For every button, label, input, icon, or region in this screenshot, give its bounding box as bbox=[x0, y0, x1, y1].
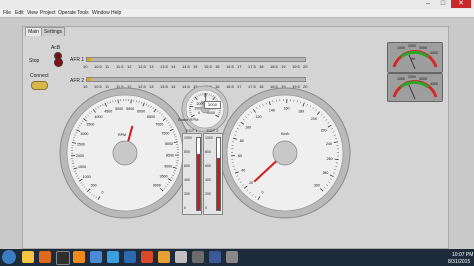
rpm-tick bbox=[117, 99, 119, 104]
start-button[interactable] bbox=[2, 250, 16, 264]
speed-tick-label: 140 bbox=[269, 108, 275, 112]
afr-meter-label: Afr bbox=[411, 57, 416, 61]
rpm-tick-label: 1000 bbox=[83, 175, 91, 179]
rpm-tick-label: 6000 bbox=[137, 109, 145, 113]
egt2-scale-tick-label: 1000 bbox=[205, 136, 213, 140]
clock-time: 10:07 PM bbox=[452, 252, 474, 258]
rpm-unit: RPM bbox=[118, 133, 126, 137]
egt1-scale-tick-label: 0 bbox=[184, 206, 186, 210]
egt1-scale-tick-label: 800 bbox=[184, 150, 190, 154]
office-icon[interactable] bbox=[39, 251, 51, 263]
chrome-icon[interactable] bbox=[90, 251, 102, 263]
rpm-tick-label: 0 bbox=[102, 190, 104, 194]
oil-meter-green-arc bbox=[400, 80, 429, 89]
rpm-tick-label: 5500 bbox=[126, 107, 134, 111]
speed-tick-label: 100 bbox=[245, 126, 251, 130]
gauge-layer: 0500100015002000250030003500400045005000… bbox=[59, 85, 351, 219]
egt1-scale-tick-label: 1000 bbox=[184, 136, 192, 140]
app2-icon[interactable] bbox=[158, 251, 170, 263]
speed-tick-label: 120 bbox=[256, 115, 262, 119]
boost-display: 3000 bbox=[204, 101, 221, 109]
egt1-scale-tick-label: 200 bbox=[184, 192, 190, 196]
rpm-hub bbox=[112, 140, 138, 166]
egt2-tube bbox=[216, 137, 221, 211]
labview-icon[interactable] bbox=[56, 251, 70, 265]
egt2-scale-tick-label: 0 bbox=[205, 206, 207, 210]
rpm-tick-label: 500 bbox=[91, 184, 97, 188]
egt2-scale-tick-label: 400 bbox=[205, 178, 211, 182]
rpm-tick-label: 8000 bbox=[165, 142, 173, 146]
rpm-tick-label: 9999 bbox=[153, 183, 161, 187]
rpm-tick-label: 4000 bbox=[95, 115, 103, 119]
boost-tick-label: 0 bbox=[198, 111, 200, 115]
egt2-scale-tick-label: 200 bbox=[205, 192, 211, 196]
speed-tick-label: 220 bbox=[321, 128, 327, 132]
egt2-scale-tick-label: 600 bbox=[205, 164, 211, 168]
speed-tick-label: 200 bbox=[311, 117, 317, 121]
rpm-tick-label: 3500 bbox=[86, 123, 94, 127]
afr-meter: 1000 2000 3000 4000 Afr bbox=[387, 42, 443, 73]
rpm-tick-label: 8500 bbox=[166, 153, 174, 157]
egt2-scale-tick-label: 800 bbox=[205, 150, 211, 154]
rpm-tick-label: 1500 bbox=[78, 165, 86, 169]
rpm-tick-label: 7000 bbox=[155, 122, 163, 126]
speed-tick-label: 20 bbox=[249, 181, 253, 185]
speed-tick-label: 80 bbox=[240, 139, 244, 143]
speed-tick-label: 40 bbox=[241, 168, 245, 172]
rpm-tick-label: 3000 bbox=[80, 132, 88, 136]
speed-hub bbox=[272, 140, 298, 166]
speed-tick-label: 0 bbox=[262, 190, 264, 194]
speed-unit: Km/h bbox=[281, 132, 289, 136]
skype-icon[interactable] bbox=[107, 251, 119, 263]
file-explorer-icon[interactable] bbox=[22, 251, 34, 263]
speed-tick-label: 180 bbox=[298, 109, 304, 113]
speed-tick-label: 260 bbox=[327, 157, 333, 161]
rpm-tick-label: 6500 bbox=[147, 115, 155, 119]
vlc-icon[interactable] bbox=[73, 251, 85, 263]
speed-tick-label: 280 bbox=[322, 171, 328, 175]
rpm-tick-label: 7500 bbox=[161, 132, 169, 136]
oil-meter-needle bbox=[408, 84, 416, 100]
app3-icon[interactable] bbox=[175, 251, 187, 263]
rpm-tick-label: 4500 bbox=[104, 110, 112, 114]
app6-icon[interactable] bbox=[226, 251, 238, 263]
rpm-tick-label: 9500 bbox=[160, 175, 168, 179]
speed-tick-label: 60 bbox=[238, 154, 242, 158]
app4-icon[interactable] bbox=[192, 251, 204, 263]
egt1-scale-tick-label: 400 bbox=[184, 178, 190, 182]
rpm-tick-label: 9000 bbox=[164, 164, 172, 168]
rpm-tick-label: 5000 bbox=[115, 107, 123, 111]
rpm-tick-label: 2500 bbox=[77, 143, 85, 147]
ie-icon[interactable] bbox=[124, 251, 136, 263]
speed-tick-label: 240 bbox=[326, 142, 332, 146]
egt1-scale-tick-label: 600 bbox=[184, 164, 190, 168]
app-icon[interactable] bbox=[141, 251, 153, 263]
clock-date: 8/31/2015 bbox=[448, 259, 471, 265]
brake-label: Brake RPM bbox=[178, 117, 199, 122]
speed-tick-label: 160 bbox=[284, 107, 290, 111]
app5-icon[interactable] bbox=[209, 251, 221, 263]
egt1-tube bbox=[196, 137, 201, 211]
oil-meter: 1000 2000 3000 4000 bbox=[387, 73, 443, 102]
rpm-tick-label: 2000 bbox=[76, 154, 84, 158]
speed-tick-label: 300 bbox=[314, 183, 320, 187]
